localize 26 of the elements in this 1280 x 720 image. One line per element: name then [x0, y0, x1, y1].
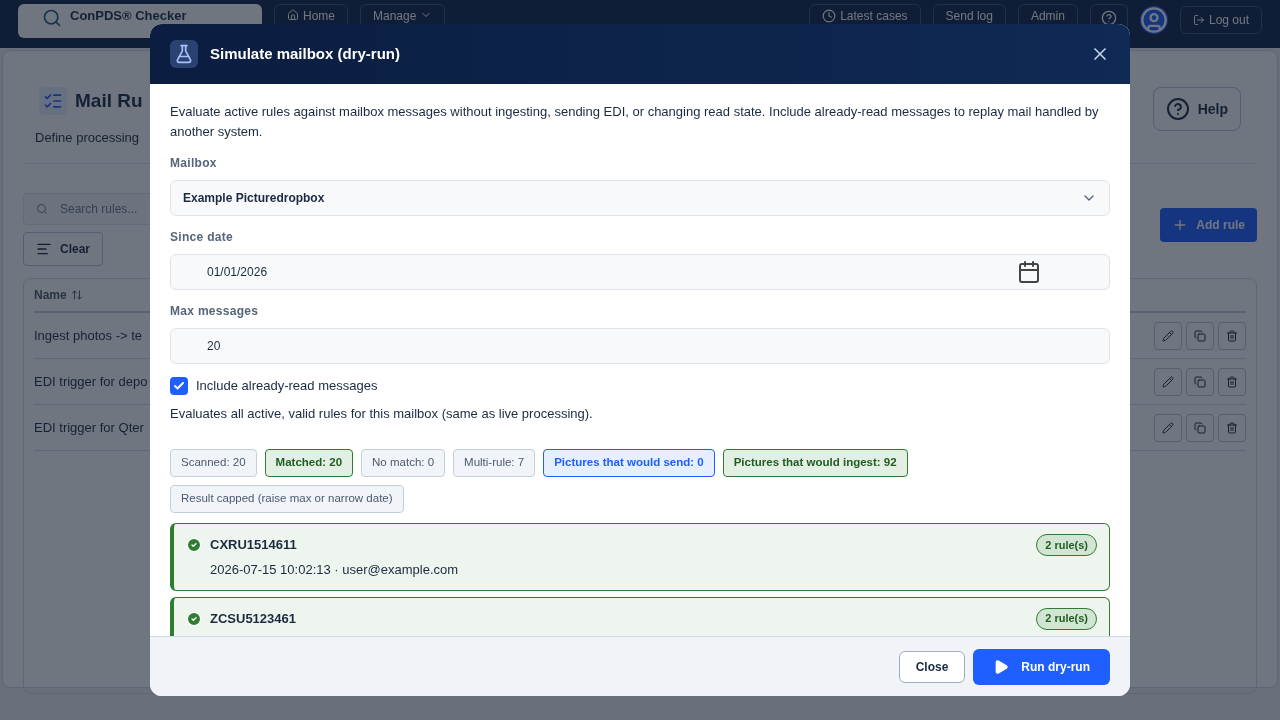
dialog-description: Evaluate active rules against mailbox messages without ingesting, sending EDI, or changing read state. Include already-read messages to replay mail handled by another system.	[170, 103, 1100, 141]
stat-badge: No match: 0	[361, 449, 446, 477]
dialog-note: Evaluates all active, valid rules for this mailbox (same as live processing).	[170, 404, 594, 423]
checkbox-label: Include already-read messages	[196, 377, 378, 395]
result-id: ZCSU5123461	[210, 609, 296, 628]
brand-name: ConPDS® Checker	[70, 8, 187, 24]
table-cell-text: EDI trigger for Qter	[34, 418, 144, 437]
field-label: Max messages	[170, 303, 260, 320]
field-label: Mailbox	[170, 155, 218, 172]
stat-badge: Multi-rule: 7	[453, 449, 536, 477]
field-label: Since date	[170, 229, 235, 246]
stat-badge: Matched: 20	[264, 449, 354, 477]
stat-badge: Pictures that would ingest: 92	[722, 449, 908, 477]
table-cell-text: Ingest photos -> te	[34, 326, 143, 345]
rules-badge: 2 rule(s)	[1036, 607, 1097, 630]
table-cell-text: EDI trigger for depo	[34, 372, 148, 391]
result-meta: 2026-07-15 10:02:13 · user@example.com	[209, 561, 460, 579]
page-title: Mail Ru	[75, 89, 143, 113]
dialog-title: Simulate mailbox (dry-run)	[210, 43, 402, 64]
column-title: Name	[34, 287, 67, 304]
result-id: CXRU1514611	[210, 536, 297, 555]
rules-badge: 2 rule(s)	[1036, 534, 1097, 556]
stat-badge: Scanned: 20	[170, 449, 257, 477]
stat-badge: Result capped (raise max or narrow date)	[170, 485, 404, 513]
page-subtitle: Define processing	[35, 128, 141, 147]
stat-badge: Pictures that would send: 0	[543, 449, 715, 477]
